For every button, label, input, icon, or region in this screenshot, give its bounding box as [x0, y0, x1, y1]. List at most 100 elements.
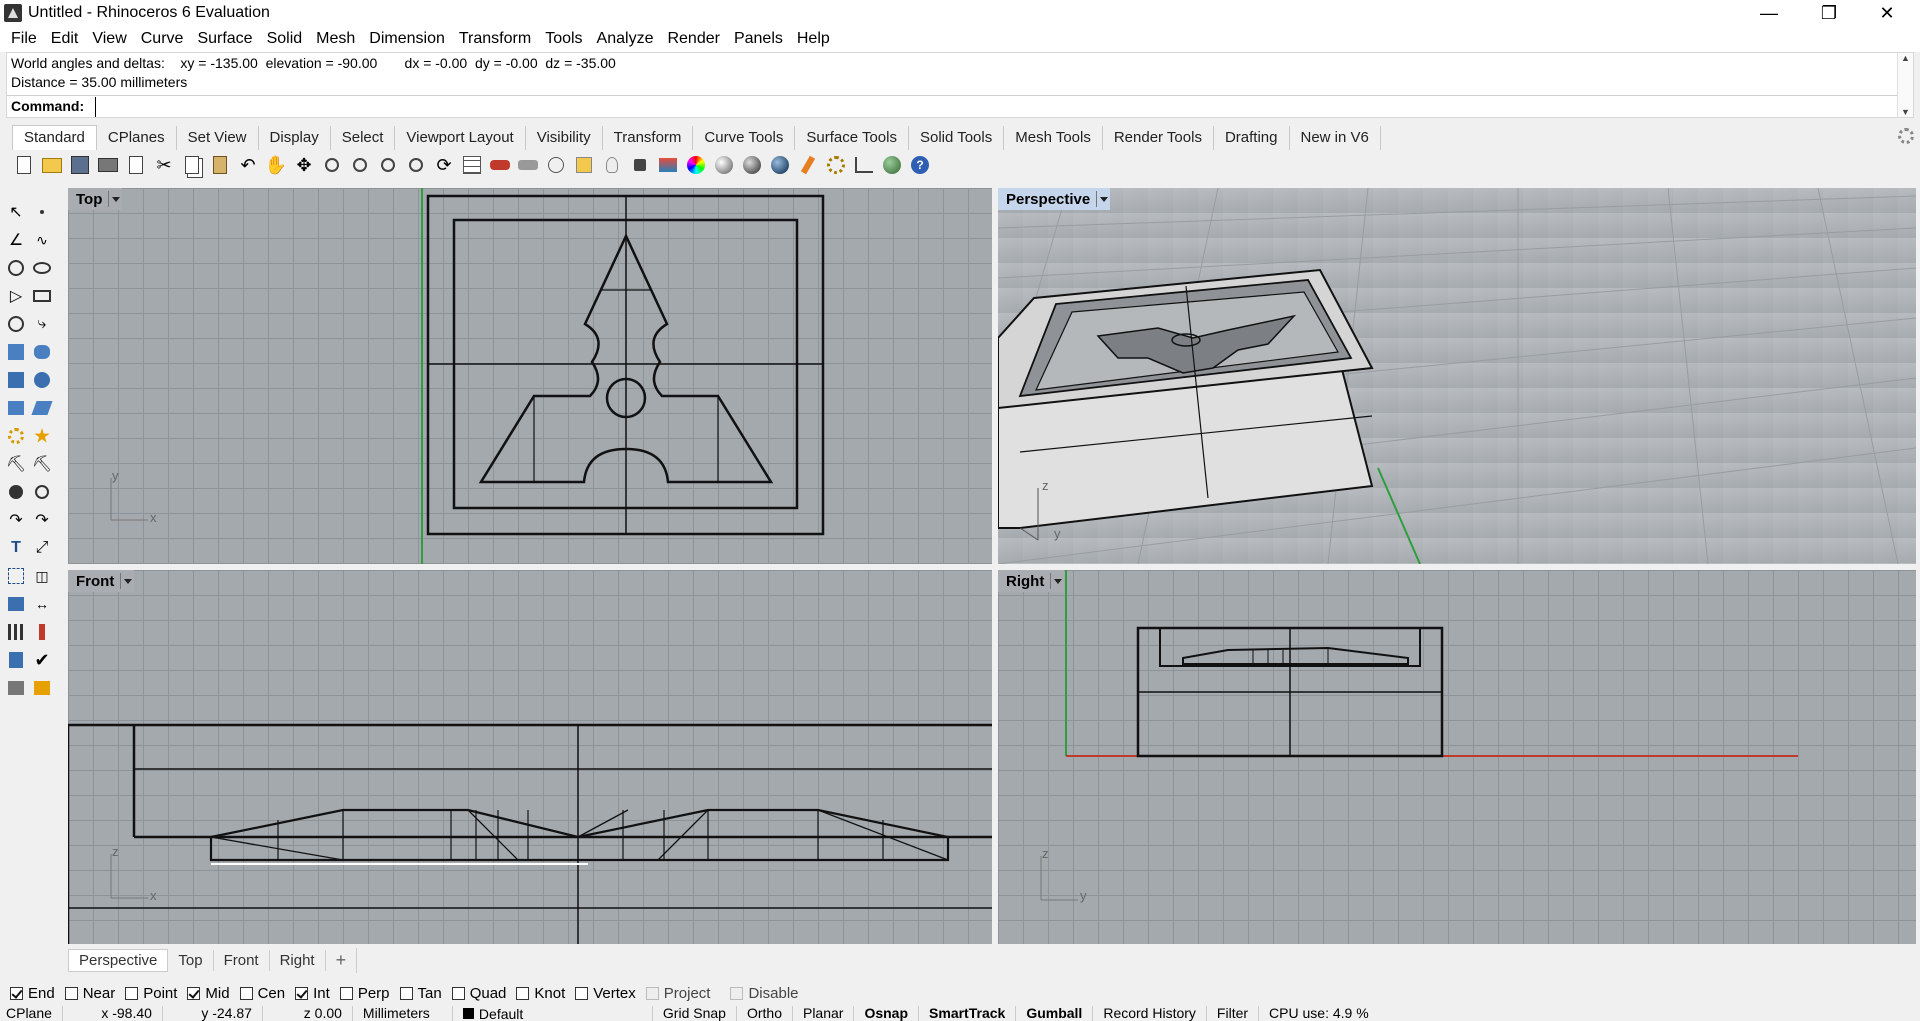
- trim-icon[interactable]: ⛏: [4, 452, 28, 476]
- tab-new-in-v6[interactable]: New in V6: [1290, 126, 1381, 150]
- command-scrollbar[interactable]: ▲ ▼: [1897, 53, 1913, 117]
- menu-solid[interactable]: Solid: [260, 30, 310, 48]
- viewport-perspective[interactable]: z y Perspective: [998, 188, 1916, 564]
- text-icon[interactable]: T: [4, 536, 28, 560]
- rotate-view-icon[interactable]: ⟳: [432, 153, 456, 177]
- tab-transform[interactable]: Transform: [603, 126, 694, 150]
- menu-edit[interactable]: Edit: [44, 30, 86, 48]
- align-icon[interactable]: [30, 620, 54, 644]
- ungroup-icon[interactable]: [30, 480, 54, 504]
- tab-set-view[interactable]: Set View: [177, 126, 259, 150]
- osnap-project[interactable]: Project: [645, 985, 710, 1002]
- tab-right[interactable]: Right: [270, 949, 326, 971]
- osnap-vertex[interactable]: Vertex: [575, 985, 636, 1002]
- checkbox-icon[interactable]: [187, 986, 201, 1000]
- add-viewport-tab-icon[interactable]: +: [326, 947, 358, 973]
- extrude-icon[interactable]: [4, 396, 28, 420]
- planar-toggle[interactable]: Planar: [793, 1006, 855, 1021]
- render-object-icon[interactable]: [4, 676, 28, 700]
- split-icon[interactable]: ⛏: [30, 452, 54, 476]
- status-cplane[interactable]: CPlane: [0, 1006, 63, 1021]
- open-icon[interactable]: [40, 153, 64, 177]
- grid-snap-toggle[interactable]: Grid Snap: [653, 1006, 737, 1021]
- menu-render[interactable]: Render: [660, 30, 726, 48]
- pan-hand-icon[interactable]: ✋: [264, 153, 288, 177]
- osnap-knot[interactable]: Knot: [516, 985, 565, 1002]
- tab-perspective[interactable]: Perspective: [68, 948, 169, 972]
- menu-transform[interactable]: Transform: [452, 30, 538, 48]
- osnap-quad[interactable]: Quad: [451, 985, 506, 1002]
- car-icon[interactable]: [488, 153, 512, 177]
- gumball-toggle[interactable]: Gumball: [1016, 1006, 1094, 1021]
- layer-icon[interactable]: [656, 153, 680, 177]
- menu-mesh[interactable]: Mesh: [309, 30, 362, 48]
- lock-icon[interactable]: [628, 153, 652, 177]
- menu-file[interactable]: File: [4, 30, 44, 48]
- tank-icon[interactable]: [516, 153, 540, 177]
- solid-edit-icon[interactable]: [4, 592, 28, 616]
- menu-curve[interactable]: Curve: [134, 30, 191, 48]
- osnap-end[interactable]: End: [10, 985, 55, 1002]
- material-icon[interactable]: [712, 153, 736, 177]
- grid-icon[interactable]: [460, 153, 484, 177]
- status-layer[interactable]: Default: [453, 1006, 653, 1021]
- viewport-front[interactable]: z x Front: [68, 570, 992, 944]
- save-icon[interactable]: [68, 153, 92, 177]
- light-icon[interactable]: [600, 153, 624, 177]
- osnap-toggle[interactable]: Osnap: [854, 1006, 920, 1021]
- paste-icon[interactable]: [208, 153, 232, 177]
- scale-icon[interactable]: ⤢: [30, 536, 54, 560]
- grid-array-icon[interactable]: [4, 620, 28, 644]
- menu-dimension[interactable]: Dimension: [362, 30, 452, 48]
- checkbox-icon[interactable]: [339, 986, 353, 1000]
- checkbox-icon[interactable]: [516, 986, 530, 1000]
- viewport-title-perspective[interactable]: Perspective: [998, 188, 1111, 210]
- osnap-point[interactable]: Point: [125, 985, 177, 1002]
- chevron-down-icon[interactable]: [108, 191, 122, 207]
- viewport-top[interactable]: y x Top: [68, 188, 992, 564]
- chevron-down-icon[interactable]: [120, 573, 134, 589]
- blend-icon[interactable]: ↷: [4, 508, 28, 532]
- chevron-down-icon[interactable]: [1096, 191, 1110, 207]
- viewport-title-top[interactable]: Top: [68, 188, 123, 210]
- scroll-down-icon[interactable]: ▼: [1901, 107, 1910, 117]
- checkbox-icon[interactable]: [575, 986, 589, 1000]
- tab-standard[interactable]: Standard: [12, 125, 97, 150]
- array-icon[interactable]: [4, 564, 28, 588]
- menu-surface[interactable]: Surface: [190, 30, 259, 48]
- checkbox-icon[interactable]: [64, 986, 78, 1000]
- dimension-icon[interactable]: ↔: [30, 592, 54, 616]
- osnap-mid[interactable]: Mid: [187, 985, 230, 1002]
- group-icon[interactable]: [4, 480, 28, 504]
- menu-panels[interactable]: Panels: [727, 30, 790, 48]
- filter-toggle[interactable]: Filter: [1207, 1006, 1260, 1021]
- copy-icon[interactable]: [180, 153, 204, 177]
- command-input[interactable]: [95, 97, 1895, 117]
- record-history-toggle[interactable]: Record History: [1093, 1006, 1207, 1021]
- surface-icon[interactable]: [4, 340, 28, 364]
- checkbox-icon[interactable]: [399, 986, 413, 1000]
- sphere-icon[interactable]: [768, 153, 792, 177]
- brush-icon[interactable]: [796, 153, 820, 177]
- analyze-icon[interactable]: [4, 648, 28, 672]
- tab-surface-tools[interactable]: Surface Tools: [795, 126, 909, 150]
- fillet-icon[interactable]: ⤷: [30, 312, 54, 336]
- zoom-selected-icon[interactable]: [404, 153, 428, 177]
- tab-viewport-layout[interactable]: Viewport Layout: [395, 126, 526, 150]
- tab-display[interactable]: Display: [259, 126, 331, 150]
- rectangle-icon[interactable]: [30, 284, 54, 308]
- rendered-icon[interactable]: [740, 153, 764, 177]
- chevron-down-icon[interactable]: [1050, 573, 1064, 589]
- point-icon[interactable]: [30, 200, 54, 224]
- arc-icon[interactable]: [4, 312, 28, 336]
- polyline-icon[interactable]: ∠: [4, 228, 28, 252]
- menu-tools[interactable]: Tools: [538, 30, 589, 48]
- menu-analyze[interactable]: Analyze: [590, 30, 661, 48]
- checkbox-icon[interactable]: [125, 986, 139, 1000]
- menu-view[interactable]: View: [85, 30, 133, 48]
- color-wheel-icon[interactable]: [684, 153, 708, 177]
- tab-top[interactable]: Top: [168, 949, 214, 971]
- checkbox-icon[interactable]: [451, 986, 465, 1000]
- explode-icon[interactable]: [30, 424, 54, 448]
- smarttrack-toggle[interactable]: SmartTrack: [919, 1006, 1017, 1021]
